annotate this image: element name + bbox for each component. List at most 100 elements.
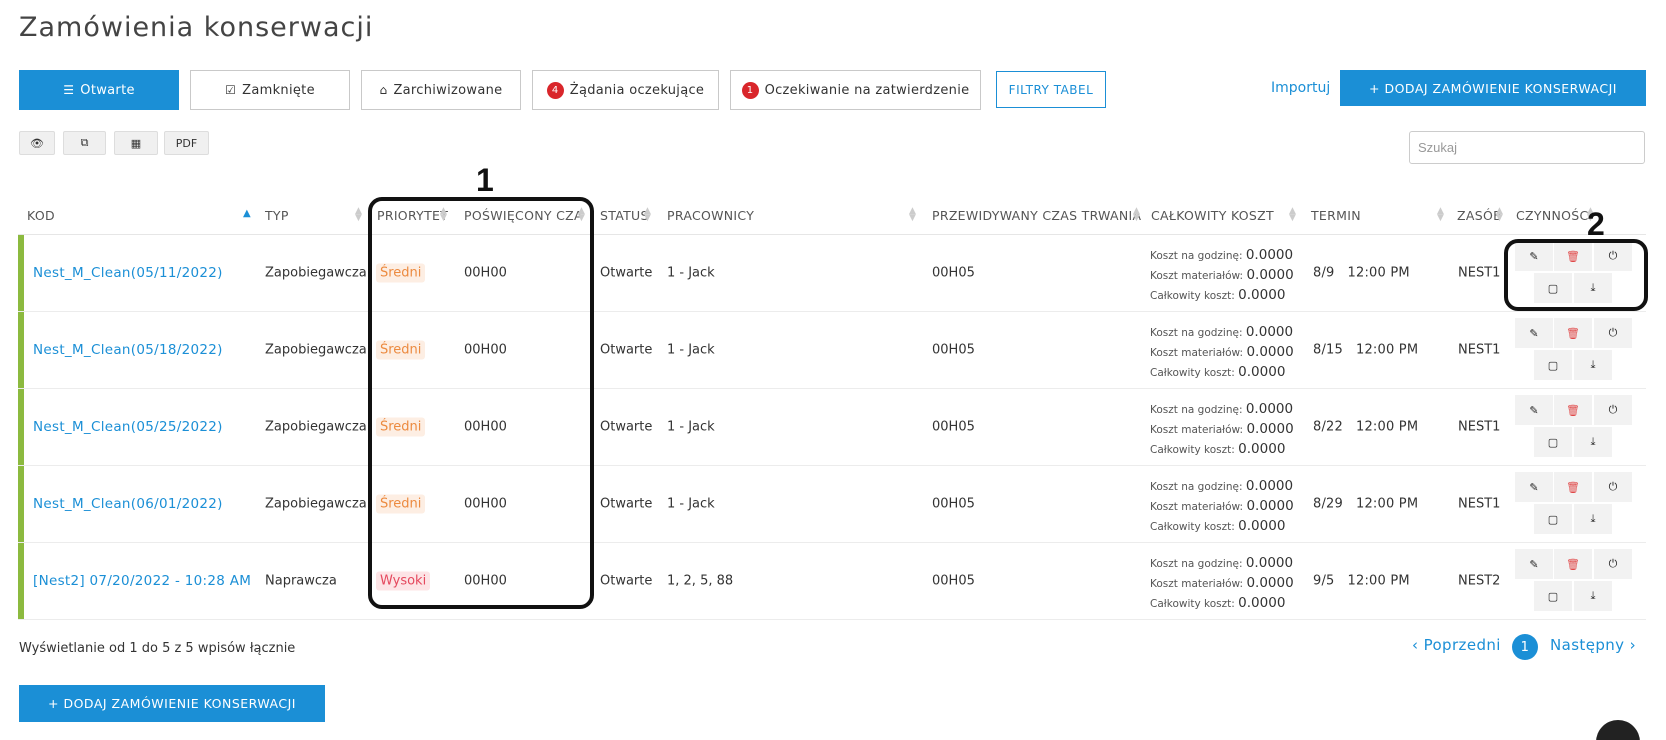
asset: NEST1: [1458, 496, 1501, 512]
download-button[interactable]: ⤓: [1574, 350, 1612, 380]
col-header-code[interactable]: KOD: [27, 208, 55, 223]
materials-cost-label: Koszt materiałów:: [1150, 424, 1244, 436]
download-button[interactable]: ⤓: [1574, 504, 1612, 534]
row-status-bar: [18, 466, 24, 542]
download-button[interactable]: ⤓: [1574, 581, 1612, 611]
delete-button[interactable]: 🗑: [1554, 549, 1592, 579]
row-actions: ✎ 🗑 ⏻ ▢ ⤓: [1515, 395, 1632, 459]
tab-pending-requests[interactable]: 4 Żądania oczekujące: [532, 70, 719, 110]
row-status-bar: [18, 312, 24, 388]
pdf-export-button[interactable]: PDF: [164, 131, 209, 155]
sort-icon[interactable]: ▲ ▼: [1133, 207, 1140, 223]
page-title: Zamówienia konserwacji: [19, 12, 374, 43]
total-cost-value: 0.0000: [1238, 441, 1286, 457]
col-header-type[interactable]: TYP: [265, 208, 289, 223]
archive-icon: ⌂: [379, 83, 388, 97]
table-info-text: Wyświetlanie od 1 do 5 z 5 wpisów łączni…: [19, 641, 296, 656]
sort-icon[interactable]: ▲ ▼: [1437, 207, 1444, 223]
download-icon: ⤓: [1590, 435, 1596, 448]
excel-export-button[interactable]: ▦: [114, 131, 158, 155]
order-code-link[interactable]: [Nest2] 07/20/2022 - 10:28 AM: [33, 573, 251, 589]
square-icon: ▢: [1547, 358, 1559, 372]
column-visibility-button[interactable]: 👁: [19, 131, 55, 155]
hourly-cost-value: 0.0000: [1245, 324, 1294, 340]
hourly-cost-label: Koszt na godzinę:: [1150, 327, 1243, 339]
download-icon: ⤓: [1590, 512, 1596, 525]
sort-icon[interactable]: ▲ ▼: [644, 207, 651, 223]
row-actions: ✎ 🗑 ⏻ ▢ ⤓: [1515, 472, 1632, 536]
estimated-duration: 00H05: [932, 419, 975, 435]
order-code-link[interactable]: Nest_M_Clean(05/25/2022): [33, 419, 223, 435]
tab-open-label: Otwarte: [80, 82, 135, 98]
delete-button[interactable]: 🗑: [1554, 472, 1592, 502]
due-date: 8/29 12:00 PM: [1313, 496, 1419, 512]
asset: NEST2: [1458, 573, 1501, 589]
pagination-page-1[interactable]: 1: [1512, 634, 1538, 660]
cost-breakdown: Koszt na godzinę: 0.0000 Koszt materiałó…: [1150, 477, 1294, 537]
download-button[interactable]: ⤓: [1574, 427, 1612, 457]
add-maintenance-order-button[interactable]: + DODAJ ZAMÓWIENIE KONSERWACJI: [1340, 70, 1646, 106]
copy-button[interactable]: ⧉: [63, 131, 106, 155]
power-button[interactable]: ⏻: [1594, 472, 1632, 502]
col-header-workers[interactable]: PRACOWNICY: [667, 208, 754, 223]
order-code-link[interactable]: Nest_M_Clean(05/18/2022): [33, 342, 223, 358]
power-button[interactable]: ⏻: [1594, 395, 1632, 425]
edit-button[interactable]: ✎: [1515, 395, 1553, 425]
order-status: Otwarte: [600, 265, 653, 281]
col-header-due[interactable]: TERMIN: [1311, 208, 1361, 223]
sort-icon[interactable]: ▲ ▼: [909, 207, 916, 223]
total-cost-label: Całkowity koszt:: [1150, 598, 1235, 610]
sort-icon[interactable]: ▲ ▼: [1496, 207, 1503, 223]
checkbox-button[interactable]: ▢: [1534, 427, 1572, 457]
order-code-link[interactable]: Nest_M_Clean(06/01/2022): [33, 496, 223, 512]
tab-open[interactable]: ☰ Otwarte: [19, 70, 179, 110]
col-header-status[interactable]: STATUS: [600, 208, 649, 223]
pagination-next[interactable]: Następny ›: [1550, 636, 1636, 654]
search-input[interactable]: [1409, 131, 1645, 164]
row-actions: ✎ 🗑 ⏻ ▢ ⤓: [1515, 318, 1632, 382]
checkbox-button[interactable]: ▢: [1534, 581, 1572, 611]
tab-archived[interactable]: ⌂ Zarchiwizowane: [361, 70, 521, 110]
import-link[interactable]: Importuj: [1271, 80, 1330, 96]
power-button[interactable]: ⏻: [1594, 318, 1632, 348]
estimated-duration: 00H05: [932, 496, 975, 512]
chat-icon[interactable]: [1596, 720, 1640, 740]
hourly-cost-value: 0.0000: [1245, 247, 1294, 263]
checkbox-button[interactable]: ▢: [1534, 350, 1572, 380]
table-filters-button[interactable]: FILTRY TABEL: [996, 71, 1106, 108]
asset: NEST1: [1458, 342, 1501, 358]
workers: 1 - Jack: [667, 419, 715, 435]
edit-button[interactable]: ✎: [1515, 549, 1553, 579]
col-header-total-cost[interactable]: CAŁKOWITY KOSZT: [1151, 208, 1274, 223]
total-cost-label: Całkowity koszt:: [1150, 290, 1235, 302]
tab-closed-label: Zamknięte: [242, 82, 315, 98]
delete-button[interactable]: 🗑: [1554, 395, 1592, 425]
pagination-previous[interactable]: ‹ Poprzedni: [1412, 636, 1501, 654]
checkbox-button[interactable]: ▢: [1534, 504, 1572, 534]
sort-icon[interactable]: ▲ ▼: [355, 207, 362, 223]
add-maintenance-order-bottom-button[interactable]: + DODAJ ZAMÓWIENIE KONSERWACJI: [19, 685, 325, 722]
order-code-link[interactable]: Nest_M_Clean(05/11/2022): [33, 265, 223, 281]
power-button[interactable]: ⏻: [1594, 549, 1632, 579]
edit-icon: ✎: [1529, 403, 1539, 417]
copy-icon: ⧉: [80, 136, 89, 149]
square-icon: ▢: [1547, 435, 1559, 449]
total-cost-value: 0.0000: [1238, 518, 1286, 534]
col-header-duration[interactable]: PRZEWIDYWANY CZAS TRWANIA: [932, 208, 1141, 223]
tab-awaiting-approval[interactable]: 1 Oczekiwanie na zatwierdzenie: [730, 70, 981, 110]
delete-button[interactable]: 🗑: [1554, 318, 1592, 348]
workers: 1, 2, 5, 88: [667, 573, 734, 589]
row-status-bar: [18, 389, 24, 465]
table-row: Nest_M_Clean(06/01/2022) Zapobiegawcza Ś…: [18, 466, 1646, 543]
hourly-cost-label: Koszt na godzinę:: [1150, 558, 1243, 570]
sort-asc-icon[interactable]: ▲: [243, 209, 251, 219]
order-status: Otwarte: [600, 419, 653, 435]
order-status: Otwarte: [600, 342, 653, 358]
list-icon: ☰: [63, 83, 75, 97]
tab-closed[interactable]: ☑ Zamknięte: [190, 70, 350, 110]
estimated-duration: 00H05: [932, 573, 975, 589]
edit-button[interactable]: ✎: [1515, 472, 1553, 502]
edit-button[interactable]: ✎: [1515, 318, 1553, 348]
sort-icon[interactable]: ▲ ▼: [1289, 207, 1296, 223]
power-icon: ⏻: [1608, 326, 1618, 339]
